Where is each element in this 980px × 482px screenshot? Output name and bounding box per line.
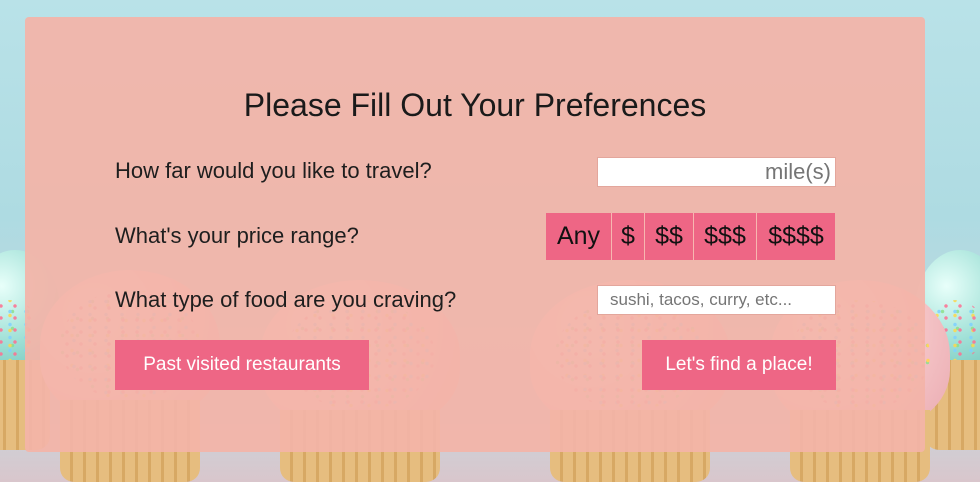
food-question: What type of food are you craving? [115,287,457,312]
price-2-button[interactable]: $$ [645,213,694,260]
price-any-button[interactable]: Any [546,213,612,260]
food-type-input[interactable] [597,285,836,315]
distance-question: How far would you like to travel? [115,158,432,183]
distance-input[interactable] [597,157,836,187]
price-1-button[interactable]: $ [612,213,645,260]
preferences-panel: Please Fill Out Your Preferences How far… [25,17,925,452]
past-restaurants-button[interactable]: Past visited restaurants [115,340,369,390]
find-place-button[interactable]: Let's find a place! [642,340,836,390]
price-question: What's your price range? [115,223,359,248]
page-title: Please Fill Out Your Preferences [243,87,707,123]
price-4-button[interactable]: $$$$ [757,213,835,260]
price-range-selector: Any $ $$ $$$ $$$$ [546,213,835,260]
price-3-button[interactable]: $$$ [694,213,757,260]
